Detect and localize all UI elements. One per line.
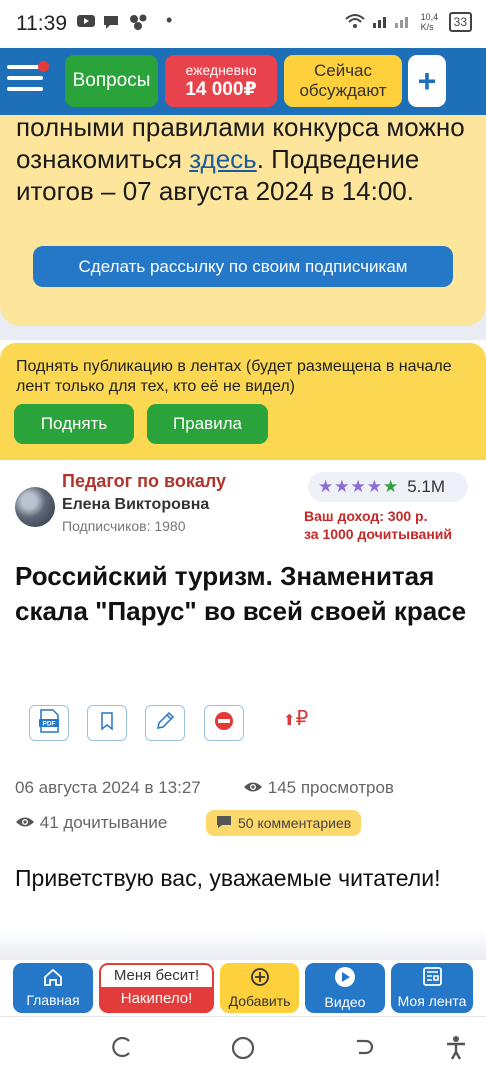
app-header: Вопросы ежедневно 14 000₽ Сейчас обсужда… <box>0 48 486 115</box>
home-circle-icon[interactable] <box>230 1035 256 1068</box>
recents-icon[interactable] <box>110 1035 134 1066</box>
contest-card: полными правилами конкурса можно ознаком… <box>0 112 486 326</box>
pdf-icon: PDF <box>38 708 60 738</box>
article: Педагог по вокалу Елена Викторовна Подпи… <box>0 460 486 960</box>
income-info: Ваш доход: 300 р. за 1000 дочитываний <box>304 507 479 543</box>
edit-button[interactable] <box>145 705 185 741</box>
questions-button[interactable]: Вопросы <box>65 55 158 107</box>
daily-label: ежедневно <box>185 61 257 78</box>
contest-section: полными правилами конкурса можно ознаком… <box>0 112 486 340</box>
article-greeting: Приветствую вас, уважаемые читатели! <box>15 865 441 891</box>
article-title: Российский туризм. Знаменитая скала "Пар… <box>15 561 467 626</box>
play-icon <box>334 966 356 992</box>
rules-button[interactable]: Правила <box>147 404 268 444</box>
nav-annoyed-bottom: Накипело! <box>120 990 193 1007</box>
back-icon[interactable] <box>352 1035 376 1066</box>
ruble-symbol: ₽ <box>295 708 309 730</box>
rating-stars-icon: ★★★★★ <box>318 477 400 496</box>
daily-prize-button[interactable]: ежедневно 14 000₽ <box>165 55 277 107</box>
youtube-icon <box>76 13 96 34</box>
reads-text: 41 дочитывание <box>39 813 168 832</box>
block-icon <box>213 710 235 737</box>
accessibility-icon[interactable] <box>444 1035 468 1068</box>
notification-dot-icon: • <box>166 10 173 30</box>
nav-home[interactable]: Главная <box>13 963 93 1013</box>
block-button[interactable] <box>204 705 244 741</box>
nav-add[interactable]: Добавить <box>220 963 299 1013</box>
status-right: 10,4 K/s 33 <box>344 12 472 32</box>
plus-circle-icon <box>250 967 270 991</box>
contest-rules-link[interactable]: здесь <box>189 144 257 174</box>
comment-icon <box>216 815 232 832</box>
network-speed: 10,4 K/s <box>420 12 439 32</box>
notification-dot <box>38 61 49 72</box>
status-time: 11:39 <box>16 12 67 35</box>
menu-icon[interactable] <box>7 61 49 95</box>
plus-button[interactable]: + <box>408 55 446 107</box>
publish-date: 06 августа 2024 в 13:27 <box>15 778 201 797</box>
nav-add-label: Добавить <box>228 993 291 1009</box>
edit-icon <box>154 710 176 737</box>
signal-icon <box>371 13 415 32</box>
comments-text: 50 комментариев <box>238 815 352 831</box>
arrow-up-icon: ⬆ <box>283 712 296 729</box>
subscriber-count: Подписчиков: 1980 <box>62 518 186 534</box>
nav-home-label: Главная <box>26 992 80 1008</box>
author-name[interactable]: Елена Викторовна <box>62 496 209 514</box>
reads-count: 41 дочитывание <box>15 813 167 833</box>
chat-icon <box>102 13 120 36</box>
nav-video[interactable]: Видео <box>305 963 385 1013</box>
svg-text:PDF: PDF <box>43 720 56 727</box>
bookmark-icon <box>99 711 115 736</box>
nav-feed[interactable]: Моя лента <box>391 963 473 1013</box>
views-text: 145 просмотров <box>267 778 394 797</box>
bottom-nav: Главная Меня бесит! Накипело! Добавить В… <box>0 960 486 1016</box>
boost-section: Поднять публикацию в лентах (будет разме… <box>0 343 486 460</box>
discussing-now-button[interactable]: Сейчас обсуждают <box>284 55 402 107</box>
avatar[interactable] <box>15 487 55 527</box>
rating-badge[interactable]: ★★★★★ 5.1M <box>308 472 468 502</box>
income-line-2: за 1000 дочитываний <box>304 526 452 542</box>
pdf-button[interactable]: PDF <box>29 705 69 741</box>
income-line-1: Ваш доход: 300 р. <box>304 508 428 524</box>
wifi-icon <box>344 13 365 32</box>
raise-paid-button[interactable]: ⬆₽ <box>283 706 308 731</box>
newspaper-icon <box>421 967 443 991</box>
nav-feed-label: Моя лента <box>397 993 467 1009</box>
author-role[interactable]: Педагог по вокалу <box>62 471 226 492</box>
system-nav-bar <box>0 1016 486 1080</box>
comments-button[interactable]: 50 комментариев <box>206 810 362 836</box>
eye-icon <box>15 813 35 832</box>
mailing-button[interactable]: Сделать рассылку по своим подписчикам <box>33 246 453 287</box>
battery-icon: 33 <box>448 12 472 32</box>
bookmark-button[interactable] <box>87 705 127 741</box>
content-fade <box>0 930 486 960</box>
daily-amount: 14 000₽ <box>185 78 257 100</box>
raise-button[interactable]: Поднять <box>14 404 134 444</box>
nav-annoyed-top: Меня бесит! <box>101 965 212 987</box>
home-icon <box>43 968 63 990</box>
nav-video-label: Видео <box>324 994 366 1010</box>
views-count: 145 просмотров <box>243 778 394 798</box>
app-cluster-icon <box>128 13 150 36</box>
rating-value: 5.1M <box>407 477 446 496</box>
nav-annoyed[interactable]: Меня бесит! Накипело! <box>99 963 214 1013</box>
status-bar: 11:39 • 10,4 K/s 33 <box>0 0 486 48</box>
eye-icon <box>243 778 263 797</box>
contest-text: полными правилами конкурса можно ознаком… <box>16 111 476 207</box>
boost-text: Поднять публикацию в лентах (будет разме… <box>16 358 452 395</box>
